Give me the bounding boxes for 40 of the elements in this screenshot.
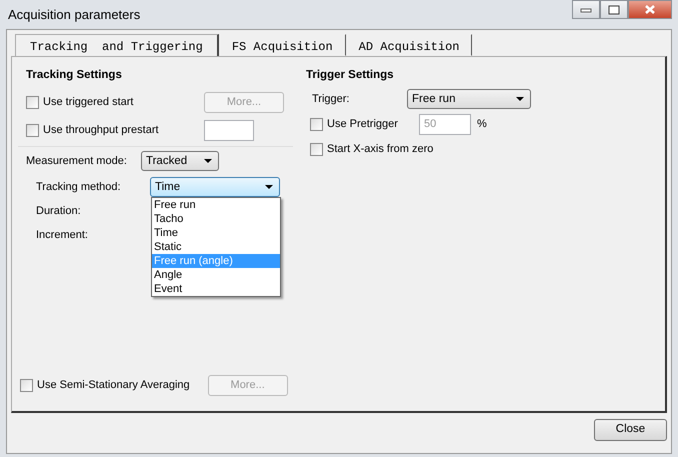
caret-icon — [516, 97, 524, 102]
field-label: Duration: — [35, 204, 81, 219]
unit-label: % — [477, 117, 487, 132]
minimize-icon — [580, 6, 592, 12]
field-label: Increment: — [35, 228, 88, 243]
maximize-icon — [608, 4, 620, 14]
checkbox-label: Use Semi-Stationary Averaging — [37, 378, 190, 393]
field-label: Measurement mode: — [26, 154, 128, 169]
dropdown[interactable]: Time — [150, 177, 280, 198]
close-button[interactable]: Close — [594, 419, 667, 441]
close-window-button[interactable] — [628, 0, 672, 19]
checkbox-label: Use throughput prestart — [43, 123, 159, 138]
dropdown-option[interactable]: Time — [152, 226, 280, 240]
input-field[interactable] — [204, 120, 254, 141]
maximize-button[interactable] — [600, 0, 628, 19]
tab[interactable]: AD Acquisition — [346, 34, 472, 56]
dropdown[interactable]: Tracked — [141, 151, 219, 172]
minimize-button[interactable] — [572, 0, 600, 19]
dropdown-option[interactable]: Angle — [152, 268, 280, 282]
caret-icon — [265, 185, 273, 190]
checkbox-label: Use Pretrigger — [327, 117, 399, 132]
dropdown-option[interactable]: Tacho — [152, 212, 280, 226]
tab[interactable]: Tracking and Triggering — [15, 34, 219, 56]
checkbox[interactable] — [20, 378, 33, 392]
dropdown[interactable]: Free run — [407, 89, 531, 110]
window-title: Acquisition parameters — [8, 6, 140, 24]
field-label: Tracking method: — [35, 180, 122, 195]
section-title: Tracking Settings — [26, 68, 123, 83]
checkbox-label: Use triggered start — [43, 95, 134, 110]
field-label: Trigger: — [312, 92, 350, 107]
checkbox-label: Start X-axis from zero — [327, 142, 434, 157]
close-icon — [645, 5, 655, 14]
checkbox[interactable] — [26, 96, 39, 109]
dropdown-option[interactable]: Free run — [152, 198, 280, 212]
section-title: Trigger Settings — [306, 68, 395, 83]
caret-icon — [204, 159, 212, 164]
dropdown-option[interactable]: Event — [152, 282, 280, 296]
checkbox[interactable] — [310, 142, 323, 156]
checkbox[interactable] — [26, 124, 39, 137]
dropdown-option[interactable]: Static — [152, 240, 280, 254]
